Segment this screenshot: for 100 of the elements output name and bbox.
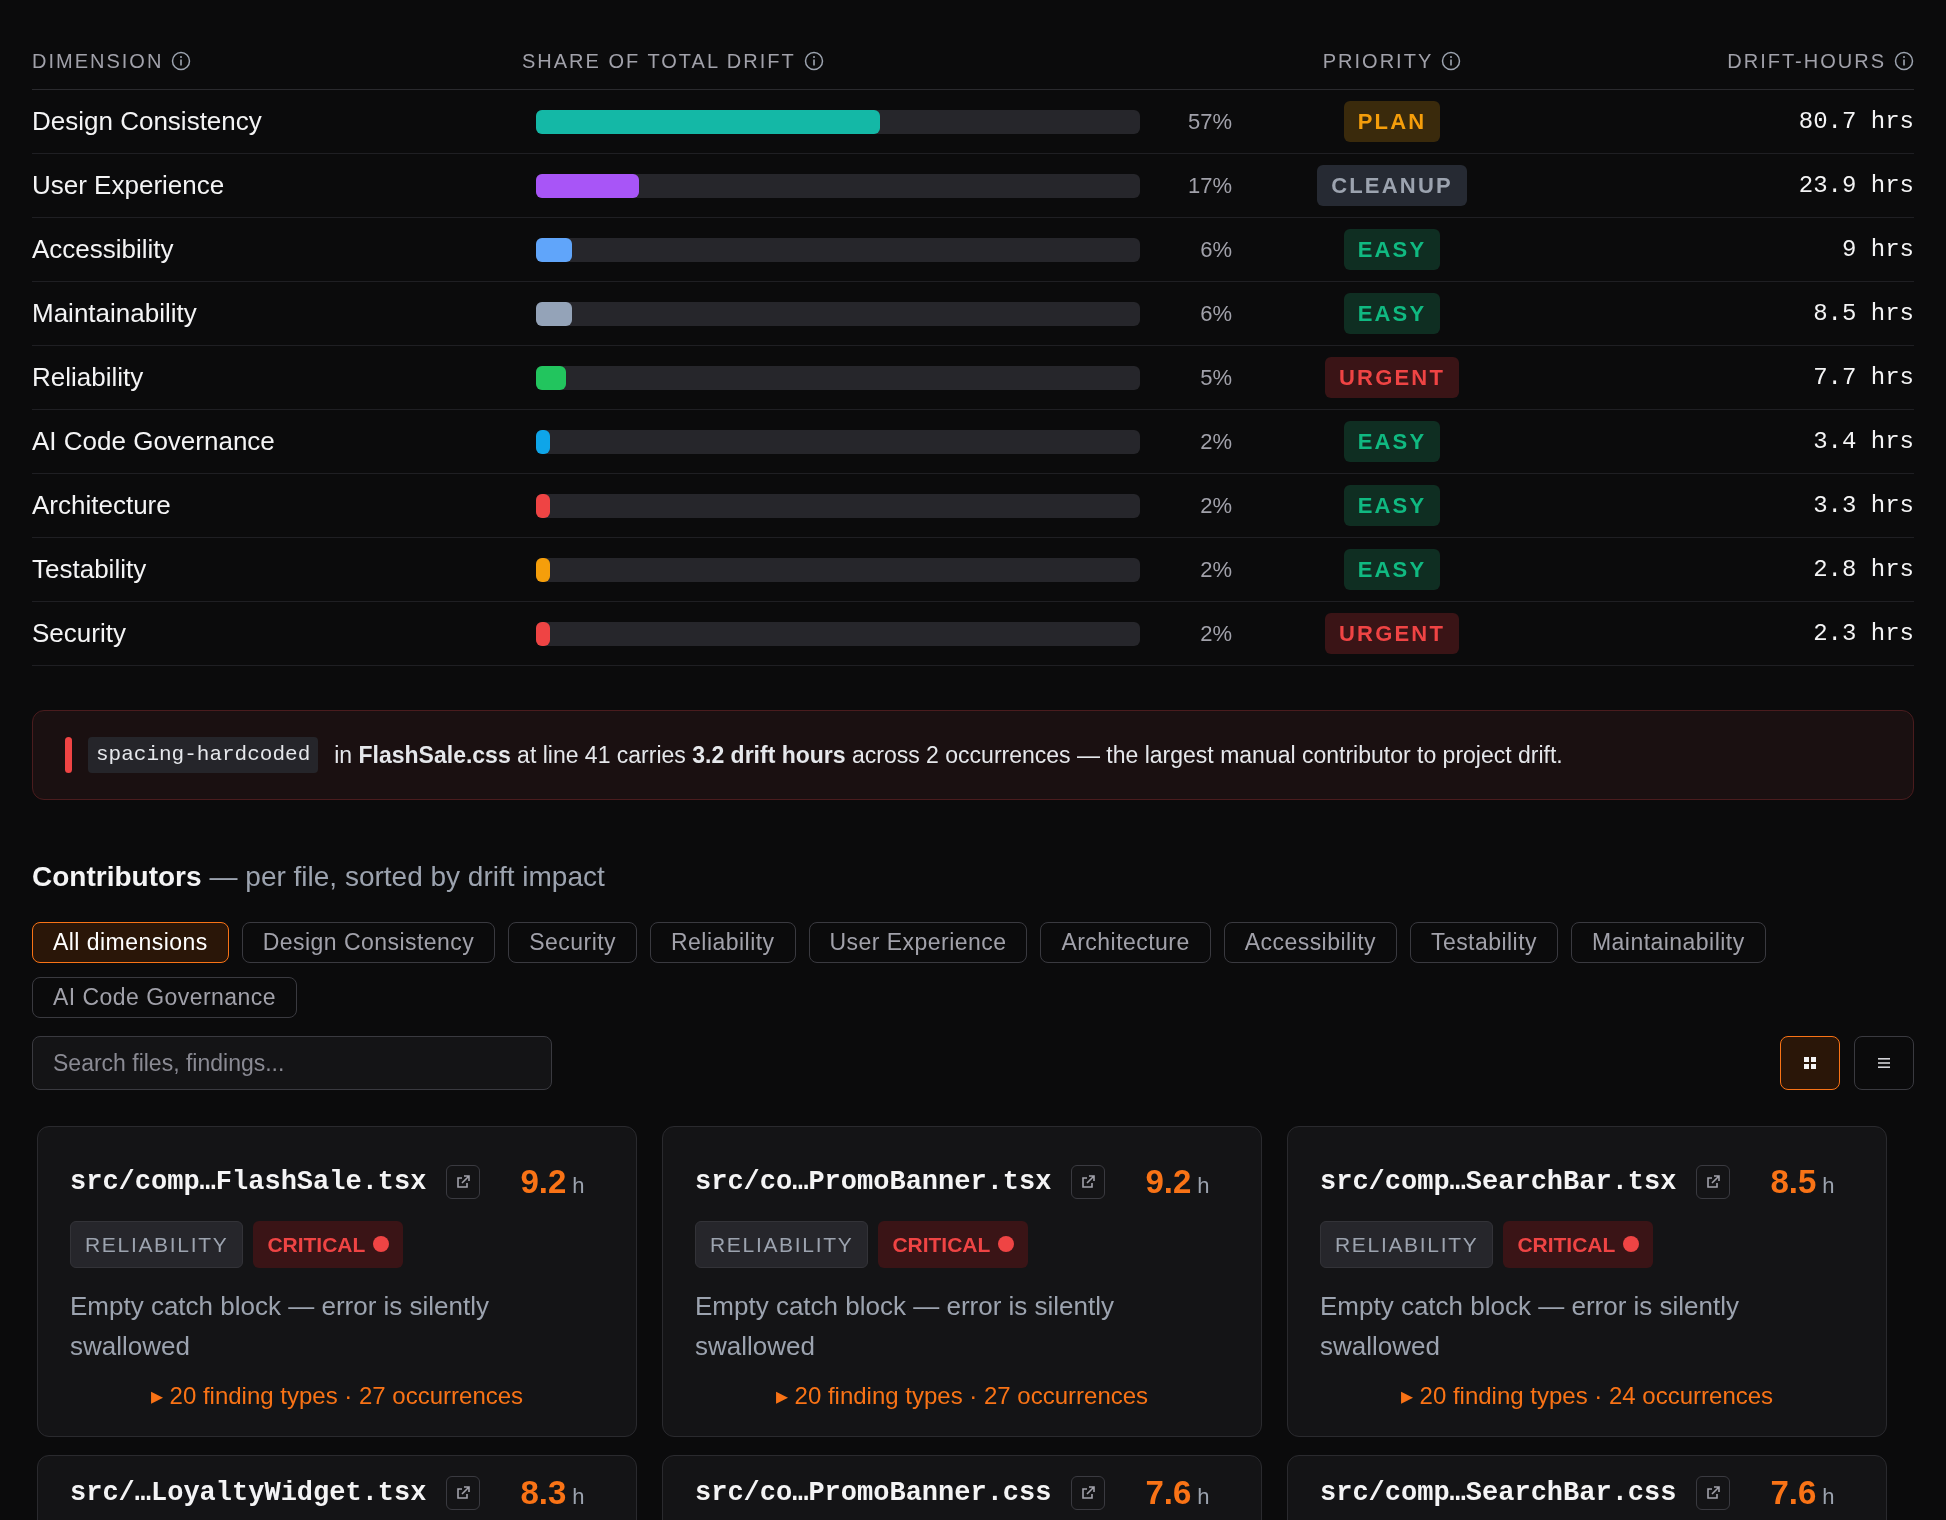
drift-hours-value: 7.6 — [1770, 1473, 1817, 1513]
grid-icon — [1802, 1055, 1818, 1071]
hours-unit: h — [1197, 1172, 1210, 1200]
priority-badge: EASY — [1343, 229, 1441, 270]
section-title: Contributors — [32, 860, 202, 894]
category-tag: RELIABILITY — [695, 1220, 869, 1268]
share-percent: 5% — [1200, 364, 1233, 392]
finding-description: Empty catch block — error is silently swallowed — [695, 1290, 1115, 1363]
priority-badge: EASY — [1343, 293, 1441, 334]
drift-hours: 3.4 hrs — [1813, 426, 1914, 457]
share-percent: 17% — [1187, 172, 1233, 200]
info-icon — [1894, 50, 1914, 71]
drift-hours: 23.9 hrs — [1798, 170, 1914, 201]
info-icon — [1441, 50, 1462, 71]
column-header: SHARE OF TOTAL DRIFT — [522, 48, 796, 74]
hours-unit: h — [572, 1483, 585, 1511]
drift-hours: 8.5 hrs — [1813, 298, 1914, 329]
external-link-icon[interactable] — [1696, 1475, 1731, 1510]
file-path: src/comp…SearchBar.css — [1320, 1476, 1677, 1510]
share-percent: 6% — [1200, 236, 1233, 264]
priority-badge: EASY — [1343, 549, 1441, 590]
filter-chip[interactable]: Reliability — [650, 922, 796, 963]
filter-chip[interactable]: User Experience — [808, 922, 1028, 963]
findings-summary-link[interactable]: ▸ 20 finding types · 27 occurrences — [150, 1378, 524, 1414]
dimension-name: Design Consistency — [32, 105, 262, 138]
drift-hours: 2.8 hrs — [1813, 554, 1914, 585]
share-percent: 6% — [1200, 300, 1233, 328]
dimension-name: Accessibility — [32, 233, 174, 266]
severity-tag: CRITICAL — [253, 1220, 404, 1268]
drift-hours-value: 9.2 — [520, 1162, 567, 1202]
drift-hours-value: 8.5 — [1770, 1162, 1817, 1202]
share-percent: 2% — [1200, 428, 1233, 456]
share-percent: 2% — [1200, 556, 1233, 584]
list-icon — [1876, 1055, 1892, 1071]
file-card[interactable]: src/comp…FlashSale.tsx 9.2 h RELIABILITY CRITICAL Empty catch block — error is silently swallowed ▸ 20 finding types · 27 occurrences — [37, 1126, 637, 1437]
dimension-name: Reliability — [32, 361, 144, 394]
file-card[interactable]: src/co…PromoBanner.css 7.6 h — [662, 1455, 1262, 1520]
file-card[interactable]: src/comp…SearchBar.css 7.6 h — [1287, 1455, 1887, 1520]
filter-chip[interactable]: Design Consistency — [241, 922, 496, 963]
priority-badge: CLEANUP — [1317, 165, 1467, 206]
filter-chip[interactable]: AI Code Governance — [32, 977, 298, 1018]
hours-unit: h — [1822, 1172, 1835, 1200]
hours-unit: h — [1822, 1483, 1835, 1511]
filter-chip[interactable]: Security — [508, 922, 638, 963]
external-link-icon[interactable] — [1696, 1164, 1731, 1199]
file-card[interactable]: src/…LoyaltyWidget.tsx 8.3 h — [37, 1455, 637, 1520]
search-field[interactable]: Search files, findings... — [32, 1036, 552, 1090]
hours-unit: h — [572, 1172, 585, 1200]
filter-chip[interactable]: All dimensions — [32, 922, 229, 963]
column-header: DIMENSION — [32, 48, 164, 74]
share-percent: 2% — [1200, 492, 1233, 520]
dimension-name: AI Code Governance — [32, 425, 275, 458]
file-path: src/co…PromoBanner.tsx — [695, 1165, 1052, 1199]
drift-hours: 2.3 hrs — [1813, 618, 1914, 649]
findings-summary-link[interactable]: ▸ 20 finding types · 24 occurrences — [1400, 1378, 1774, 1414]
category-tag: RELIABILITY — [1320, 1220, 1494, 1268]
dimension-name: Architecture — [32, 489, 171, 522]
drift-hours-value: 7.6 — [1145, 1473, 1192, 1513]
alert-marker — [65, 737, 72, 773]
finding-description: Empty catch block — error is silently swallowed — [1320, 1290, 1740, 1363]
filter-chip[interactable]: Accessibility — [1223, 922, 1397, 963]
share-percent: 57% — [1187, 108, 1233, 136]
hours-unit: h — [1197, 1483, 1210, 1511]
external-link-icon[interactable] — [446, 1164, 481, 1199]
external-link-icon[interactable] — [1071, 1475, 1106, 1510]
alert-text: in FlashSale.css at line 41 carries 3.2 drift hours across 2 occurrences — the largest manual contributor to project drift. — [334, 740, 1563, 770]
drift-hours-value: 9.2 — [1145, 1162, 1192, 1202]
category-tag: RELIABILITY — [70, 1220, 244, 1268]
file-path: src/co…PromoBanner.css — [695, 1476, 1052, 1510]
findings-summary-link[interactable]: ▸ 20 finding types · 27 occurrences — [775, 1378, 1149, 1414]
section-subtitle: — per file, sorted by drift impact — [209, 860, 605, 894]
drift-hours: 7.7 hrs — [1813, 362, 1914, 393]
file-path: src/…LoyaltyWidget.tsx — [70, 1476, 427, 1510]
filter-chip[interactable]: Architecture — [1040, 922, 1211, 963]
external-link-icon[interactable] — [1071, 1164, 1106, 1199]
severity-tag: CRITICAL — [878, 1220, 1029, 1268]
grid-view-button[interactable] — [1780, 1036, 1840, 1090]
column-header: DRIFT-HOURS — [1727, 48, 1886, 74]
file-card[interactable]: src/co…PromoBanner.tsx 9.2 h RELIABILITY CRITICAL Empty catch block — error is silently swallowed ▸ 20 finding types · 27 occurrences — [662, 1126, 1262, 1437]
filter-chip[interactable]: Maintainability — [1571, 922, 1766, 963]
info-icon — [171, 50, 192, 71]
file-path: src/comp…SearchBar.tsx — [1320, 1165, 1677, 1199]
finding-description: Empty catch block — error is silently swallowed — [70, 1290, 490, 1363]
dimension-name: User Experience — [32, 169, 225, 202]
file-card[interactable]: src/comp…SearchBar.tsx 8.5 h RELIABILITY CRITICAL Empty catch block — error is silently swallowed ▸ 20 finding types · 24 occurrences — [1287, 1126, 1887, 1437]
priority-badge: URGENT — [1324, 357, 1460, 398]
code-tag: spacing-hardcoded — [88, 737, 319, 773]
drift-hours: 80.7 hrs — [1798, 106, 1914, 137]
list-view-button[interactable] — [1854, 1036, 1914, 1090]
share-percent: 2% — [1200, 620, 1233, 648]
column-header: PRIORITY — [1322, 48, 1434, 74]
drift-hours-value: 8.3 — [520, 1473, 567, 1513]
external-link-icon[interactable] — [446, 1475, 481, 1510]
drift-hours: 3.3 hrs — [1813, 490, 1914, 521]
priority-badge: PLAN — [1343, 101, 1441, 142]
priority-badge: EASY — [1343, 421, 1441, 462]
priority-badge: EASY — [1343, 485, 1441, 526]
filter-chip[interactable]: Testability — [1409, 922, 1558, 963]
dimension-name: Maintainability — [32, 297, 197, 330]
info-icon — [803, 50, 824, 71]
